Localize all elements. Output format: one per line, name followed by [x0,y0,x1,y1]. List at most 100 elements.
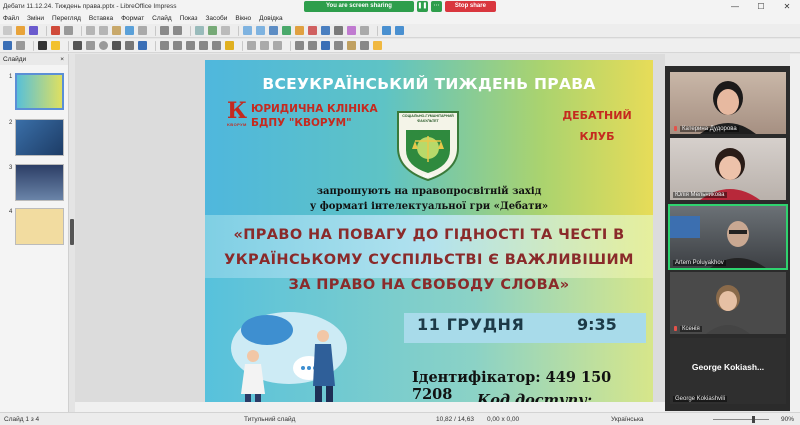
close-pane-icon[interactable]: × [60,54,64,65]
cut-icon[interactable] [86,26,95,35]
menu-view[interactable]: Перегляд [52,15,81,22]
glue-points-icon[interactable] [260,41,269,50]
toolbar-separator [242,40,243,51]
spelling-icon[interactable] [208,26,217,35]
zoom-pan-icon[interactable] [16,41,25,50]
menu-window[interactable]: Вікно [235,15,251,22]
open-icon[interactable] [16,26,25,35]
pause-share-icon[interactable]: ❚❚ [416,1,428,12]
fontwork-icon[interactable] [347,26,356,35]
table-icon[interactable] [269,26,278,35]
select-icon[interactable] [3,41,12,50]
slides-pane-title: Слайди [3,56,27,63]
splitter-handle[interactable] [70,219,74,245]
clear-formatting-icon[interactable] [138,26,147,35]
stop-share-button[interactable]: Stop share [444,1,496,12]
toolbar-separator [46,25,47,36]
stars-icon[interactable] [225,41,234,50]
menu-edit[interactable]: Зміни [27,15,44,22]
line-icon[interactable] [73,41,82,50]
paste-icon[interactable] [112,26,121,35]
more-options-icon[interactable]: ⋯ [430,1,442,12]
basic-shapes-icon[interactable] [160,41,169,50]
shadow-icon[interactable] [334,41,343,50]
connector-icon[interactable] [138,41,147,50]
horizontal-scrollbar[interactable] [75,402,665,412]
participant-tile[interactable]: Юлія Мельникова [670,138,786,200]
menu-help[interactable]: Довідка [259,15,282,22]
slide-layout-name[interactable]: Титульний слайд [244,416,295,423]
menu-slide[interactable]: Слайд [152,15,172,22]
language-indicator[interactable]: Українська [611,416,644,423]
participant-video [700,81,756,134]
chart-icon[interactable] [295,26,304,35]
rectangle-icon[interactable] [86,41,95,50]
hyperlink-icon[interactable] [360,26,369,35]
master-slide-icon[interactable] [256,26,265,35]
participant-tile-active-speaker[interactable]: Artem Poluyakhov [668,204,788,270]
thumbnail-number: 1 [9,74,13,80]
ellipse-icon[interactable] [99,41,108,50]
export-pdf-icon[interactable] [51,26,60,35]
crop-icon[interactable] [347,41,356,50]
curve-icon[interactable] [125,41,134,50]
textbox-icon[interactable] [321,26,330,35]
arrow-icon[interactable] [112,41,121,50]
special-character-icon[interactable] [334,26,343,35]
points-icon[interactable] [247,41,256,50]
media-icon[interactable] [308,26,317,35]
toolbar-separator [377,25,378,36]
print-icon[interactable] [64,26,73,35]
zoom-slider-handle[interactable] [752,416,755,423]
toggle-extrusion-icon[interactable] [273,41,282,50]
close-button[interactable]: ✕ [774,0,800,13]
participant-video [700,148,760,200]
slide-thumbnail-2[interactable] [15,119,64,156]
line-color-icon[interactable] [38,41,47,50]
find-replace-icon[interactable] [195,26,204,35]
slide-canvas[interactable]: ВСЕУКРАЇНСЬКИЙ ТИЖДЕНЬ ПРАВА К KBOPУМ ЮР… [205,60,653,406]
menu-tools[interactable]: Засоби [206,15,228,22]
zoom-slider[interactable] [713,419,769,420]
clone-formatting-icon[interactable] [125,26,134,35]
slide-thumbnail-4[interactable] [15,208,64,245]
arrange-icon[interactable] [321,41,330,50]
align-icon[interactable] [308,41,317,50]
minimize-button[interactable]: — [722,0,748,13]
new-icon[interactable] [3,26,12,35]
topic-line-3: ЗА ПРАВО НА СВОБОДУ СЛОВА» [288,277,570,293]
kvorum-logo: К KBOPУМ [227,100,249,128]
slide-thumbnail-1[interactable] [15,73,64,110]
rotate-icon[interactable] [295,41,304,50]
vertical-scrollbar[interactable] [790,54,800,412]
fill-color-icon[interactable] [51,41,60,50]
menu-insert[interactable]: Вставка [89,15,113,22]
thumbnail-number: 3 [9,165,13,171]
new-slide-icon[interactable] [395,26,404,35]
image-icon[interactable] [282,26,291,35]
redo-icon[interactable] [173,26,182,35]
menu-format[interactable]: Формат [121,15,144,22]
grid-icon[interactable] [221,26,230,35]
video-participants-panel: Катерина Дудорова Юлія Мельникова Artem … [665,66,790,411]
menu-slideshow[interactable]: Показ [180,15,198,22]
participant-tile[interactable]: Ксенія [670,272,786,334]
event-time: 9:35 [577,315,617,334]
undo-icon[interactable] [160,26,169,35]
slide-thumbnail-3[interactable] [15,164,64,201]
zoom-level[interactable]: 90% [781,416,794,423]
block-arrows-icon[interactable] [186,41,195,50]
menu-file[interactable]: Файл [3,15,19,22]
flowchart-icon[interactable] [199,41,208,50]
maximize-button[interactable]: ☐ [748,0,774,13]
participant-tile[interactable]: Катерина Дудорова [670,72,786,134]
symbol-shapes-icon[interactable] [173,41,182,50]
copy-icon[interactable] [99,26,108,35]
display-views-icon[interactable] [243,26,252,35]
interaction-icon[interactable] [373,41,382,50]
callouts-icon[interactable] [212,41,221,50]
participant-tile[interactable]: George Kokiash... George Kokiashvili [670,338,786,404]
filter-icon[interactable] [360,41,369,50]
start-slideshow-icon[interactable] [382,26,391,35]
save-icon[interactable] [29,26,38,35]
